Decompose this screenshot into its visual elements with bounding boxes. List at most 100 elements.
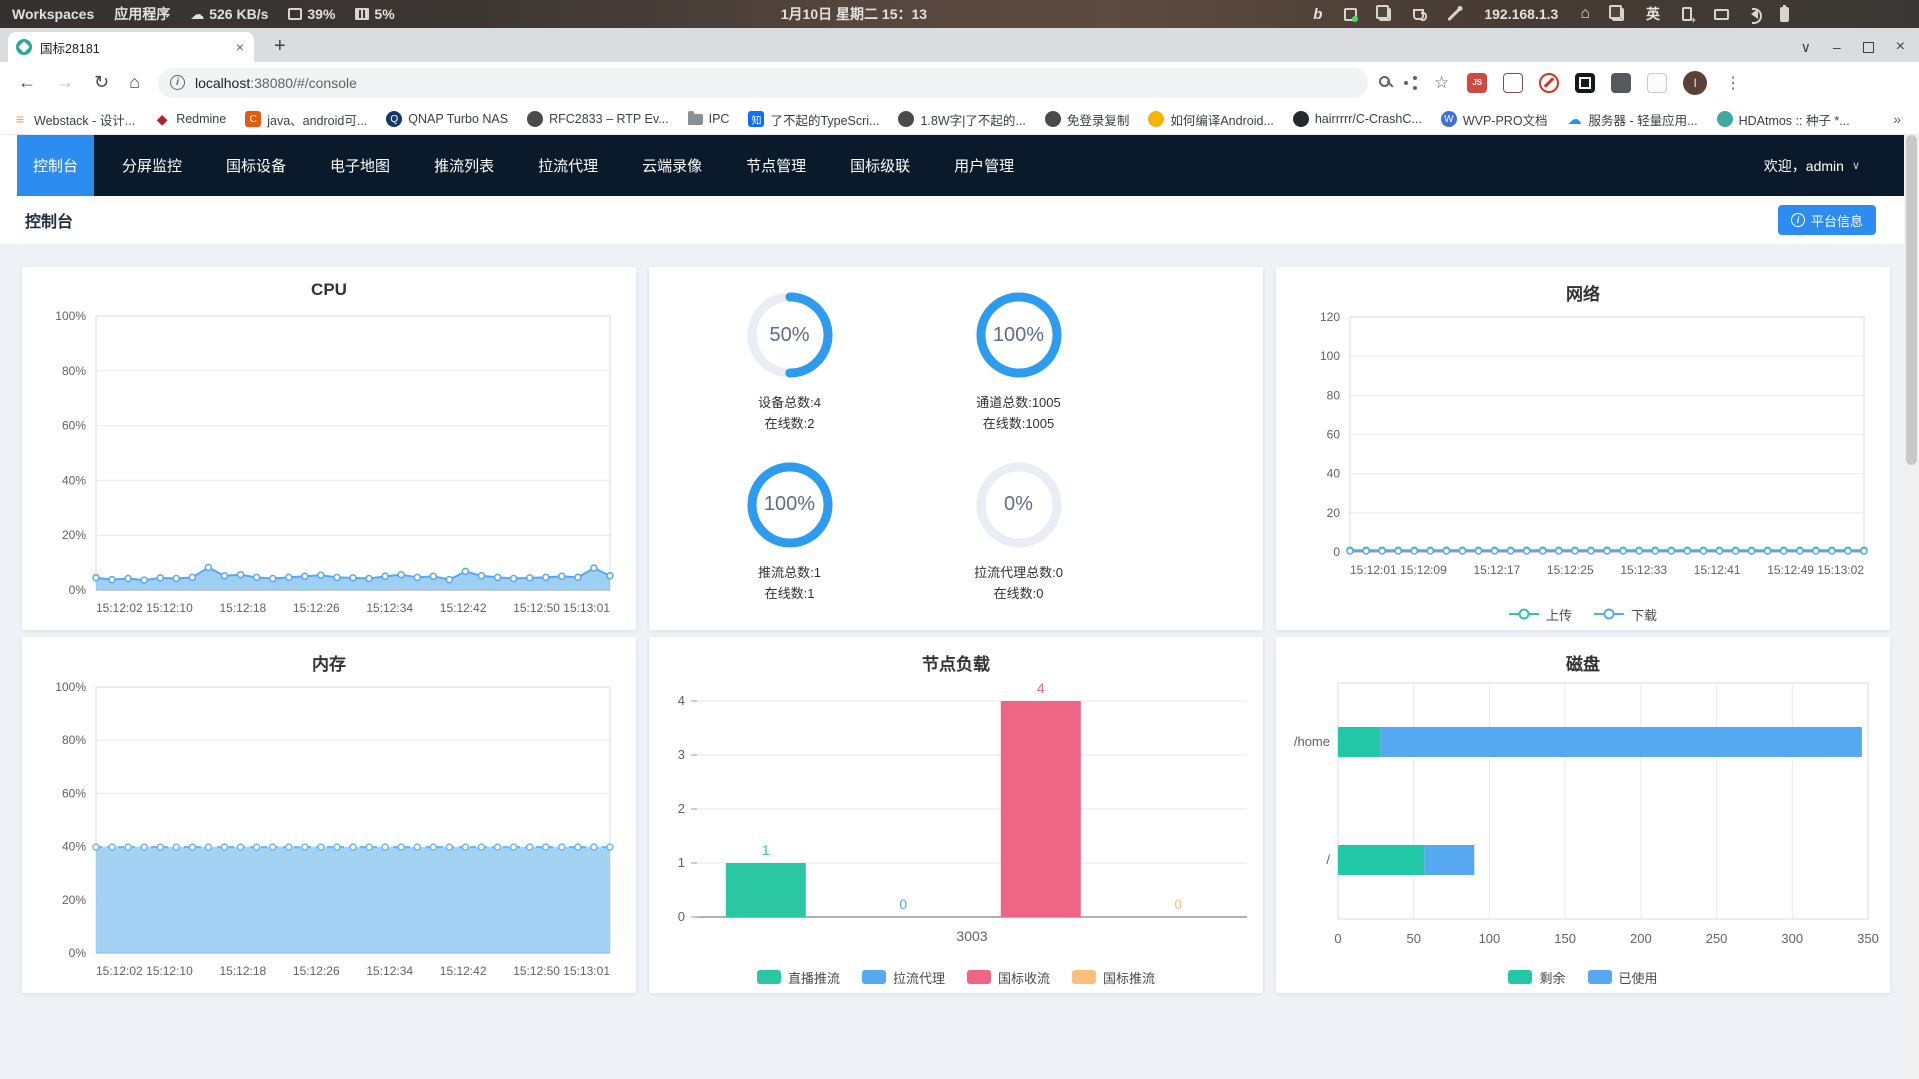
- browser-menu-icon[interactable]: ⋮: [1717, 73, 1748, 93]
- clipboard-icon[interactable]: [1376, 4, 1392, 21]
- legend-item[interactable]: 拉流代理: [861, 968, 945, 987]
- legend-swatch: [756, 970, 781, 984]
- extensions-puzzle-icon[interactable]: [1611, 72, 1632, 93]
- nav-item-pull-proxy[interactable]: 拉流代理: [522, 135, 614, 196]
- extension-dark-icon[interactable]: [1575, 72, 1596, 93]
- svg-text:15:12:25: 15:12:25: [1547, 563, 1594, 577]
- volume-icon[interactable]: [1751, 8, 1762, 24]
- bookmark-typescript-2[interactable]: 1.8W字|了不起的...: [898, 110, 1026, 129]
- platform-info-button[interactable]: i 平台信息: [1777, 205, 1876, 235]
- extension-cup-icon[interactable]: [1503, 72, 1524, 93]
- bookmark-rfc2833[interactable]: RFC2833 – RTP Ev...: [527, 111, 669, 127]
- legend-item[interactable]: 剩余: [1508, 968, 1566, 987]
- bookmark-qnap[interactable]: Q QNAP Turbo NAS: [386, 111, 508, 127]
- workspaces-menu[interactable]: Workspaces: [12, 6, 94, 22]
- bookmark-webstack[interactable]: ≡ Webstack - 设计...: [12, 110, 135, 129]
- browser-tab[interactable]: 国标28181 ×: [8, 32, 254, 62]
- bookmark-copy-free[interactable]: 免登录复制: [1044, 110, 1129, 129]
- address-bar[interactable]: i localhost:38080/#/console: [157, 67, 1368, 98]
- profile-avatar[interactable]: l: [1683, 70, 1708, 95]
- page-scrollbar[interactable]: [1904, 135, 1919, 1079]
- cpu-chart[interactable]: 0% 20% 40% 60% 80% 100% 15:12:02 15:12:10 15:12:…: [22, 304, 636, 630]
- extension-light-icon[interactable]: [1647, 72, 1668, 93]
- reload-button[interactable]: ↻: [86, 72, 117, 93]
- legend-swatch: [1508, 970, 1533, 984]
- bookmarks-overflow-chevron[interactable]: »: [1893, 111, 1907, 127]
- phone-link-icon[interactable]: [1682, 7, 1696, 25]
- bookmark-server-lighthouse[interactable]: ☁ 服务器 - 轻量应用...: [1567, 110, 1698, 129]
- nav-item-node-manage[interactable]: 节点管理: [730, 135, 822, 196]
- new-tab-button[interactable]: +: [266, 35, 294, 62]
- ip-address[interactable]: 192.168.1.3: [1484, 6, 1558, 22]
- nav-item-push-list[interactable]: 推流列表: [418, 135, 510, 196]
- extension-js-icon[interactable]: JS: [1467, 72, 1488, 93]
- svg-text:15:12:18: 15:12:18: [219, 601, 266, 615]
- legend-item[interactable]: 已使用: [1587, 968, 1658, 987]
- bing-tray-icon[interactable]: b: [1313, 6, 1322, 23]
- globe-icon: [898, 111, 915, 127]
- password-manager-icon[interactable]: [1378, 75, 1394, 91]
- svg-text:15:12:02: 15:12:02: [96, 964, 143, 978]
- extension-adblock-icon[interactable]: [1539, 72, 1560, 93]
- tab-search-chevron-icon[interactable]: ∨: [1801, 39, 1811, 56]
- dashboard-content: CPU 0% 20% 40% 60% 80% 100% 15:12:02 15:12:10 15…: [0, 245, 1904, 1079]
- disk-chart[interactable]: 0 50 100 150 200 250 300 350/home /: [1276, 675, 1890, 958]
- clock[interactable]: 1月10日 星期二 15：13: [395, 4, 1314, 24]
- user-menu[interactable]: 欢迎，admin ∨: [1764, 156, 1860, 176]
- display-icon[interactable]: [1714, 8, 1729, 20]
- nav-item-console[interactable]: 控制台: [17, 135, 95, 196]
- nav-item-gb-devices[interactable]: 国标设备: [210, 135, 302, 196]
- color-picker-icon[interactable]: [1447, 7, 1462, 21]
- nav-item-gb-cascade[interactable]: 国标级联: [834, 135, 926, 196]
- caffeine-icon[interactable]: [1413, 8, 1428, 21]
- bookmark-redmine[interactable]: ◆ Redmine: [154, 111, 226, 127]
- window-minimize-button[interactable]: –: [1833, 39, 1841, 55]
- legend-item[interactable]: 直播推流: [756, 968, 840, 987]
- svg-text:15:12:42: 15:12:42: [440, 601, 487, 615]
- nav-item-cloud-record[interactable]: 云端录像: [626, 135, 718, 196]
- legend-item[interactable]: 下载: [1594, 605, 1657, 624]
- svg-text:15:13:01: 15:13:01: [563, 964, 610, 978]
- network-speed-indicator[interactable]: ☁ 526 KB/s: [190, 6, 268, 23]
- svg-text:20: 20: [1327, 506, 1341, 520]
- nav-item-user-manage[interactable]: 用户管理: [938, 135, 1030, 196]
- legend-item[interactable]: 国标推流: [1072, 968, 1155, 987]
- node-load-chart[interactable]: 0 1 2 3 4 1 0 4 0 3003: [649, 675, 1263, 958]
- bookmark-typescript[interactable]: 知了不起的TypeScri...: [748, 110, 879, 129]
- network-chart[interactable]: 0 20 40 60 80 100 120 15:12:01 15:12:09 15:12:17 1…: [1276, 305, 1890, 595]
- legend-item[interactable]: 国标收流: [967, 968, 1050, 987]
- forward-button[interactable]: →: [48, 72, 82, 93]
- battery-icon[interactable]: [1780, 4, 1789, 22]
- cpu-usage-indicator[interactable]: 39%: [288, 6, 335, 22]
- bookmark-github-crashc[interactable]: hairrrrr/C-CrashC...: [1292, 111, 1422, 127]
- bookmark-java-android[interactable]: Cjava、android可...: [245, 110, 367, 129]
- home-button[interactable]: ⌂: [121, 72, 148, 93]
- window-close-button[interactable]: ×: [1896, 38, 1905, 56]
- bookmark-wvp-pro-docs[interactable]: W WVP-PRO文档: [1440, 110, 1548, 129]
- bookmark-folder-ipc[interactable]: IPC: [687, 110, 729, 126]
- site-info-icon[interactable]: i: [169, 75, 185, 90]
- legend-item[interactable]: 上传: [1508, 605, 1572, 624]
- memory-chart[interactable]: 0% 20% 40% 60% 80% 100% 15:12:02 15:12:10 15:12:…: [22, 675, 636, 993]
- nav-item-map[interactable]: 电子地图: [314, 135, 406, 196]
- bookmark-hdatmos[interactable]: HDAtmos :: 种子 *...: [1716, 110, 1850, 129]
- bookmark-compile-android[interactable]: 如何编译Android...: [1148, 110, 1274, 129]
- gauge-percent: 50%: [769, 323, 810, 346]
- nav-item-split-monitor[interactable]: 分屏监控: [106, 135, 198, 196]
- back-button[interactable]: ←: [10, 72, 44, 93]
- home-tray-icon[interactable]: ⌂: [1580, 5, 1590, 23]
- input-method-indicator[interactable]: 英: [1646, 4, 1660, 24]
- svg-text:300: 300: [1781, 931, 1803, 946]
- legend-swatch: [861, 970, 886, 984]
- network-legend: 上传 下载: [1276, 595, 1890, 630]
- workspaces-switcher-icon[interactable]: [1609, 4, 1624, 21]
- tab-close-icon[interactable]: ×: [234, 39, 246, 55]
- bookmark-star-icon[interactable]: ☆: [1426, 73, 1457, 93]
- app-indicator-icon[interactable]: [1344, 7, 1359, 22]
- share-icon[interactable]: [1403, 80, 1408, 85]
- bookmarks-bar: ≡ Webstack - 设计... ◆ Redmine Cjava、android…: [0, 103, 1919, 135]
- applications-menu[interactable]: 应用程序: [114, 4, 170, 24]
- memory-usage-indicator[interactable]: 5%: [355, 6, 395, 22]
- page-scrollbar-thumb[interactable]: [1906, 135, 1917, 465]
- window-maximize-button[interactable]: [1862, 41, 1874, 53]
